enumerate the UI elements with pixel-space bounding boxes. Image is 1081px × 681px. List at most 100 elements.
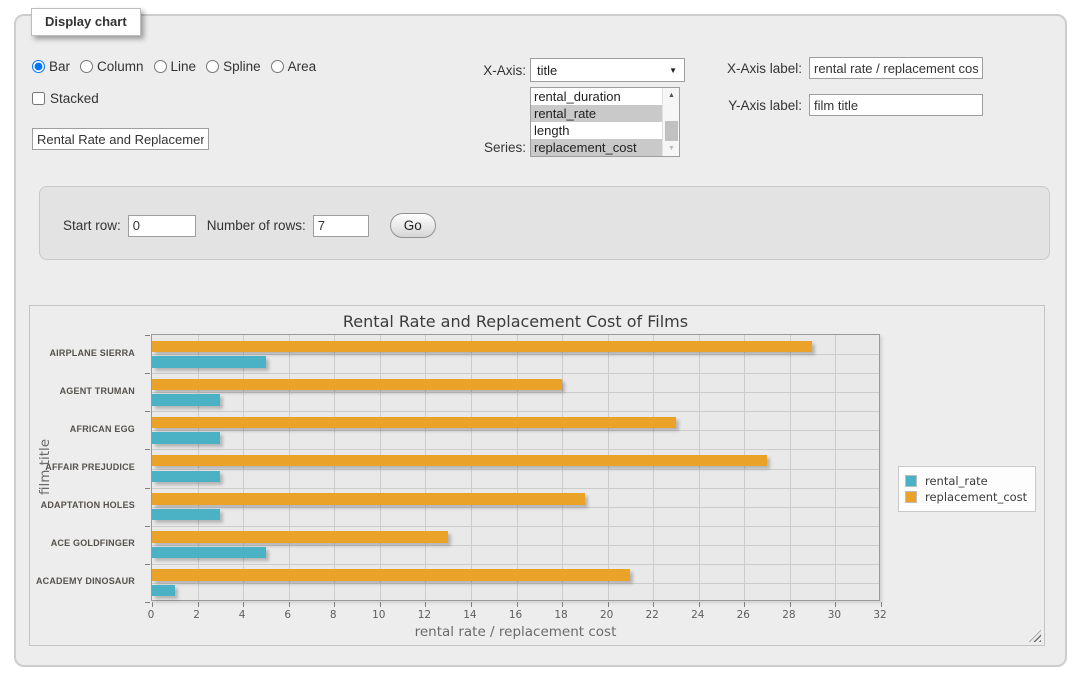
horizontal-gridline: [152, 469, 879, 470]
chart-legend: rental_ratereplacement_cost: [898, 466, 1036, 512]
x-axis-select-label: X-Axis:: [456, 63, 526, 78]
x-tick-label: 32: [860, 609, 900, 621]
y-tick-mark: [145, 602, 150, 603]
num-rows-input[interactable]: [313, 215, 369, 237]
category-label: AGENT TRUMAN: [30, 386, 135, 397]
chart-type-radio-line[interactable]: [154, 60, 167, 73]
chart-type-option-column[interactable]: Column: [80, 59, 144, 74]
chart-type-option-label: Bar: [49, 59, 70, 74]
x-axis-select[interactable]: title ▼: [530, 58, 685, 82]
fieldset-legend: Display chart: [31, 8, 141, 36]
horizontal-gridline: [152, 545, 879, 546]
y-axis-category-labels: AIRPLANE SIERRAAGENT TRUMANAFRICAN EGGAF…: [30, 334, 143, 601]
horizontal-gridline: [152, 373, 879, 374]
series-label: Series:: [456, 140, 526, 155]
start-row-label: Start row:: [63, 218, 121, 233]
horizontal-gridline: [152, 430, 879, 431]
bar-replacement_cost: [152, 417, 676, 429]
horizontal-gridline: [152, 354, 879, 355]
chart-type-option-bar[interactable]: Bar: [32, 59, 70, 74]
scrollbar[interactable]: ▲ ▼: [662, 88, 679, 156]
series-option-rental_rate[interactable]: rental_rate: [531, 105, 662, 122]
chart-type-radio-area[interactable]: [271, 60, 284, 73]
stacked-label: Stacked: [50, 91, 99, 106]
horizontal-gridline: [152, 488, 879, 489]
vertical-gridline: [198, 335, 199, 600]
x-tick-label: 24: [678, 609, 718, 621]
legend-entry-rental_rate: rental_rate: [905, 474, 1027, 488]
series-option-rental_duration[interactable]: rental_duration: [531, 88, 662, 105]
go-button[interactable]: Go: [390, 213, 436, 238]
horizontal-gridline: [152, 507, 879, 508]
vertical-gridline: [380, 335, 381, 600]
chart-type-option-area[interactable]: Area: [271, 59, 317, 74]
x-tick-mark: [699, 602, 700, 607]
y-tick-mark: [145, 335, 150, 336]
bar-rental_rate: [152, 356, 266, 368]
scroll-up-icon[interactable]: ▲: [663, 88, 680, 103]
vertical-gridline: [835, 335, 836, 600]
bar-replacement_cost: [152, 341, 812, 353]
chart-x-axis-title: rental rate / replacement cost: [151, 624, 880, 640]
x-tick-mark: [198, 602, 199, 607]
x-tick-label: 0: [131, 609, 171, 621]
category-label: ACE GOLDFINGER: [30, 538, 135, 549]
series-option-replacement_cost[interactable]: replacement_cost: [531, 139, 662, 156]
chart-type-radio-bar[interactable]: [32, 60, 45, 73]
display-chart-fieldset: Display chart BarColumnLineSplineArea St…: [14, 14, 1067, 667]
chart-type-option-spline[interactable]: Spline: [206, 59, 261, 74]
x-axis-label-input[interactable]: [809, 57, 983, 79]
start-row-input[interactable]: [128, 215, 196, 237]
bar-replacement_cost: [152, 569, 630, 581]
chart-type-option-label: Area: [288, 59, 317, 74]
bar-rental_rate: [152, 585, 175, 597]
rows-panel-row: Start row: Number of rows: Go: [63, 213, 436, 238]
plot-area: [151, 334, 880, 601]
x-tick-mark: [608, 602, 609, 607]
y-tick-mark: [145, 411, 150, 412]
x-tick-mark: [790, 602, 791, 607]
x-tick-mark: [289, 602, 290, 607]
horizontal-gridline: [152, 526, 879, 527]
x-tick-mark: [425, 602, 426, 607]
y-tick-mark: [145, 373, 150, 374]
stacked-checkbox-row[interactable]: Stacked: [32, 91, 99, 106]
category-label: AFRICAN EGG: [30, 424, 135, 435]
x-tick-label: 30: [814, 609, 854, 621]
stacked-checkbox[interactable]: [32, 92, 45, 105]
bar-replacement_cost: [152, 493, 585, 505]
x-tick-label: 26: [723, 609, 763, 621]
vertical-gridline: [653, 335, 654, 600]
x-tick-mark: [881, 602, 882, 607]
num-rows-label: Number of rows:: [207, 218, 306, 233]
series-option-length[interactable]: length: [531, 122, 662, 139]
horizontal-gridline: [152, 564, 879, 565]
scrollbar-thumb[interactable]: [665, 121, 678, 141]
chart-type-radio-column[interactable]: [80, 60, 93, 73]
x-tick-mark: [517, 602, 518, 607]
y-axis-label-input[interactable]: [809, 94, 983, 116]
x-tick-label: 18: [541, 609, 581, 621]
x-tick-mark: [334, 602, 335, 607]
x-tick-label: 6: [268, 609, 308, 621]
series-listbox[interactable]: rental_durationrental_ratelengthreplacem…: [530, 87, 680, 157]
chart-title-input[interactable]: [32, 128, 209, 150]
chevron-down-icon: ▼: [669, 66, 677, 75]
x-tick-mark: [562, 602, 563, 607]
horizontal-gridline: [152, 392, 879, 393]
scroll-down-icon[interactable]: ▼: [663, 141, 680, 156]
horizontal-gridline: [152, 583, 879, 584]
y-tick-mark: [145, 449, 150, 450]
resize-grip-icon[interactable]: [1029, 630, 1041, 642]
vertical-gridline: [608, 335, 609, 600]
chart-type-option-line[interactable]: Line: [154, 59, 197, 74]
x-tick-label: 20: [587, 609, 627, 621]
series-options: rental_durationrental_ratelengthreplacem…: [531, 88, 662, 156]
vertical-gridline: [289, 335, 290, 600]
x-tick-mark: [835, 602, 836, 607]
chart-title: Rental Rate and Replacement Cost of Film…: [151, 312, 880, 331]
bar-rental_rate: [152, 547, 266, 559]
y-axis-label-label: Y-Axis label:: [702, 98, 802, 113]
chart-type-radio-group: Bar Column Line Spline Area: [32, 59, 326, 74]
chart-type-radio-spline[interactable]: [206, 60, 219, 73]
